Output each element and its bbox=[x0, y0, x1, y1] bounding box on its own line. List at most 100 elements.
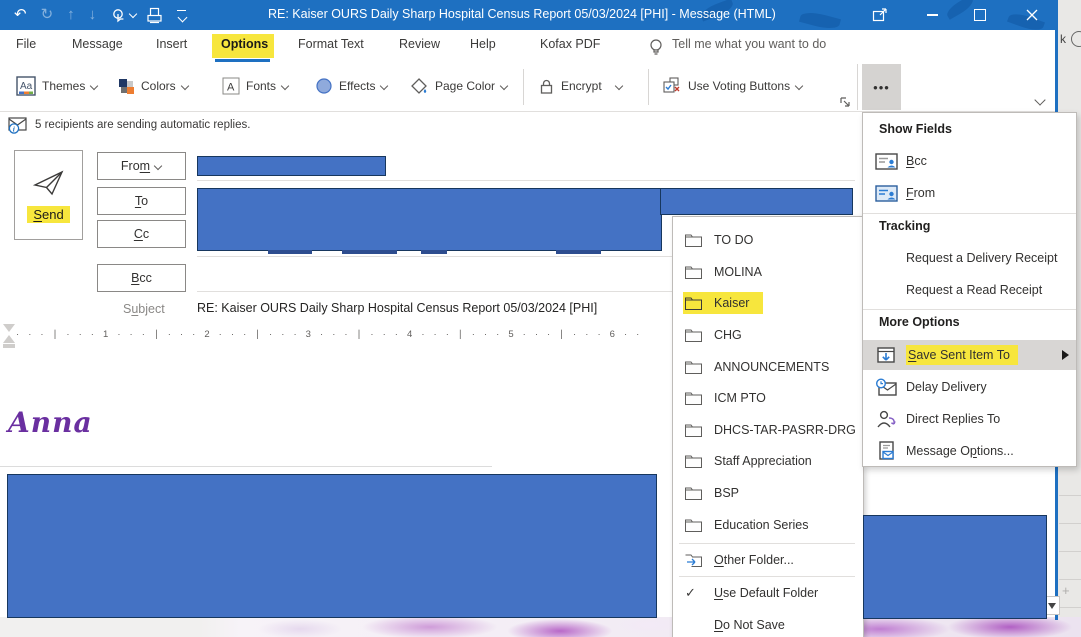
send-button[interactable]: Send bbox=[14, 150, 83, 240]
field-separator bbox=[197, 180, 855, 181]
titlebar-leaf-decoration bbox=[798, 9, 842, 32]
menu-item-delay-delivery[interactable]: Delay Delivery bbox=[863, 373, 1076, 401]
menu-item-dhcs[interactable]: DHCS-TAR-PASRR-DRG bbox=[673, 415, 861, 445]
bcc-field-icon bbox=[874, 152, 898, 171]
folder-icon bbox=[685, 265, 702, 279]
menu-item-save-sent-item-to[interactable]: Save Sent Item To bbox=[863, 340, 1076, 370]
tab-options[interactable]: Options bbox=[221, 37, 268, 51]
dialog-launcher-icon[interactable] bbox=[840, 97, 851, 108]
hanging-indent-marker[interactable] bbox=[3, 335, 15, 343]
menu-item-staff-appreciation[interactable]: Staff Appreciation bbox=[673, 446, 861, 476]
folder-icon bbox=[685, 486, 702, 500]
menu-item-read-receipt[interactable]: Request a Read Receipt bbox=[863, 276, 1076, 304]
ruler[interactable]: · · · ∣ · · · 1 · · · ∣ · · · 2 · · · ∣ … bbox=[16, 326, 661, 344]
redacted-recipients-right bbox=[660, 188, 853, 215]
redaction-fragment bbox=[421, 250, 447, 254]
menu-item-to-do[interactable]: TO DO bbox=[673, 225, 861, 255]
menu-item-do-not-save[interactable]: Do Not Save bbox=[673, 610, 861, 637]
show-fields-header: Show Fields bbox=[879, 122, 952, 136]
popout-icon[interactable] bbox=[860, 0, 900, 30]
send-plane-icon bbox=[32, 168, 66, 198]
print-preview-icon[interactable] bbox=[146, 7, 163, 24]
page-color-label: Page Color bbox=[435, 79, 496, 93]
use-voting-buttons-button[interactable]: Use Voting Buttons bbox=[662, 72, 803, 100]
subject-value[interactable]: RE: Kaiser OURS Daily Sharp Hospital Cen… bbox=[197, 301, 597, 315]
direct-replies-icon bbox=[874, 410, 898, 429]
collapse-ribbon-icon[interactable] bbox=[1034, 91, 1046, 109]
tab-message[interactable]: Message bbox=[72, 37, 123, 51]
page-color-button[interactable]: Page Color bbox=[410, 72, 508, 100]
tab-insert[interactable]: Insert bbox=[156, 37, 187, 51]
save-sent-item-icon bbox=[874, 346, 898, 365]
menu-item-education-series[interactable]: Education Series bbox=[673, 510, 861, 540]
chevron-down-icon bbox=[91, 81, 98, 88]
folder-icon bbox=[685, 454, 702, 468]
menu-item-bcc[interactable]: Bcc bbox=[863, 147, 1076, 175]
from-button[interactable]: From bbox=[97, 152, 186, 180]
encrypt-button[interactable]: Encrypt bbox=[538, 72, 623, 100]
fonts-button[interactable]: A Fonts bbox=[222, 72, 289, 100]
tab-format-text[interactable]: Format Text bbox=[298, 37, 364, 51]
to-button[interactable]: To bbox=[97, 187, 186, 215]
menu-item-delivery-receipt[interactable]: Request a Delivery Receipt bbox=[863, 244, 1076, 272]
ribbon-group-separator bbox=[523, 69, 524, 105]
undo-icon[interactable]: ↶ bbox=[14, 0, 27, 30]
title-bar: ↶ ↻ ↑ ↓ RE: Kaiser OURS Daily Sharp Hosp… bbox=[0, 0, 1058, 34]
menu-item-use-default-folder[interactable]: ✓ Use Default Folder bbox=[673, 578, 861, 608]
tab-file[interactable]: File bbox=[16, 37, 36, 51]
save-sent-item-submenu: TO DO MOLINA Kaiser CHG ANNOUNCEMENTS IC… bbox=[672, 216, 864, 637]
move-up-icon[interactable]: ↑ bbox=[67, 0, 75, 30]
menu-item-other-folder[interactable]: Other Folder... bbox=[673, 545, 861, 575]
cc-button[interactable]: Cc bbox=[97, 220, 186, 248]
ribbon-overflow-button[interactable]: ••• bbox=[862, 64, 901, 110]
signature-divider bbox=[0, 466, 492, 467]
menu-separator bbox=[679, 543, 855, 544]
bcc-button[interactable]: Bcc bbox=[97, 264, 186, 292]
effects-button[interactable]: Effects bbox=[315, 72, 388, 100]
menu-item-icm-pto[interactable]: ICM PTO bbox=[673, 383, 861, 413]
themes-icon: Aa bbox=[16, 76, 36, 96]
options-tab-underline bbox=[215, 59, 270, 62]
menu-item-message-options[interactable]: Message Options... bbox=[863, 437, 1076, 465]
submenu-arrow-icon bbox=[1062, 350, 1069, 360]
touch-mode-icon[interactable] bbox=[110, 7, 127, 24]
message-options-icon bbox=[874, 441, 898, 461]
menu-item-kaiser[interactable]: Kaiser bbox=[673, 288, 861, 318]
minimize-button[interactable] bbox=[912, 0, 952, 30]
page-color-icon bbox=[410, 77, 429, 96]
lightbulb-icon bbox=[648, 38, 664, 56]
menu-item-bsp[interactable]: BSP bbox=[673, 478, 861, 508]
first-line-indent-marker[interactable] bbox=[3, 324, 15, 332]
touch-mode-dropdown-icon[interactable] bbox=[128, 9, 138, 19]
menu-separator bbox=[863, 213, 1076, 214]
voting-label: Use Voting Buttons bbox=[688, 79, 791, 93]
colors-button[interactable]: Colors bbox=[118, 72, 189, 100]
effects-icon bbox=[315, 77, 333, 95]
signature-flower-image bbox=[0, 617, 1081, 637]
tab-help[interactable]: Help bbox=[470, 37, 496, 51]
svg-text:Aa: Aa bbox=[20, 81, 33, 92]
menu-separator bbox=[863, 309, 1076, 310]
from-field-icon bbox=[874, 184, 898, 203]
chevron-down-icon bbox=[155, 161, 162, 168]
left-indent-marker[interactable] bbox=[3, 344, 15, 348]
qat-customize-icon[interactable] bbox=[177, 9, 188, 23]
menu-item-announcements[interactable]: ANNOUNCEMENTS bbox=[673, 352, 861, 382]
menu-item-direct-replies-to[interactable]: Direct Replies To bbox=[863, 405, 1076, 433]
themes-button[interactable]: Aa Themes bbox=[16, 72, 98, 100]
menu-item-molina[interactable]: MOLINA bbox=[673, 257, 861, 287]
tab-kofax-pdf[interactable]: Kofax PDF bbox=[540, 37, 600, 51]
folder-icon bbox=[685, 296, 702, 310]
move-down-icon[interactable]: ↓ bbox=[89, 0, 97, 30]
menu-item-from[interactable]: From bbox=[863, 179, 1076, 207]
close-button[interactable] bbox=[1012, 0, 1052, 30]
lock-icon bbox=[538, 78, 555, 95]
kaiser-highlight: Kaiser bbox=[683, 292, 764, 314]
maximize-button[interactable] bbox=[960, 0, 1000, 30]
redo-icon[interactable]: ↻ bbox=[41, 0, 54, 30]
ribbon-group-separator bbox=[857, 64, 858, 110]
menu-item-chg[interactable]: CHG bbox=[673, 320, 861, 350]
tab-review[interactable]: Review bbox=[399, 37, 440, 51]
tell-me-box[interactable]: Tell me what you want to do bbox=[672, 37, 826, 51]
info-bar: i 5 recipients are sending automatic rep… bbox=[0, 112, 868, 138]
